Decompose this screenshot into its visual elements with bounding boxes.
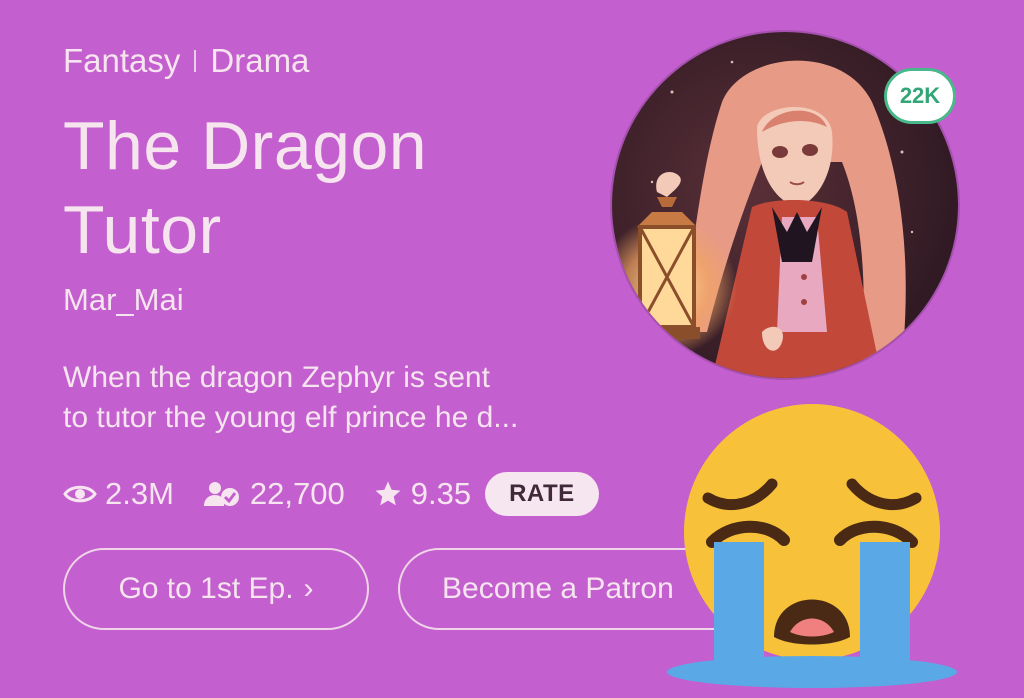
subscribers-count: 22,700 (249, 476, 345, 511)
subscribers-stat: 22,700 (202, 476, 345, 512)
genre-separator (194, 50, 197, 72)
rating-value: 9.35 (410, 476, 472, 511)
subscriber-badge: 22K (884, 68, 956, 124)
series-description[interactable]: When the dragon Zephyr is sent to tutor … (63, 358, 623, 438)
genre-list: Fantasy Drama (63, 42, 309, 80)
loudly-crying-face-emoji (667, 404, 957, 688)
star-icon (375, 481, 401, 506)
description-line-1: When the dragon Zephyr is sent (63, 361, 490, 394)
eye-icon (63, 485, 97, 503)
author-name[interactable]: Mar_Mai (63, 282, 184, 318)
series-title-line-2: Tutor (63, 192, 222, 268)
first-episode-label: Go to 1st Ep. (118, 572, 294, 605)
views-count: 2.3M (105, 476, 174, 511)
rating-stat: 9.35 (373, 476, 471, 512)
rate-button[interactable]: RATE (485, 472, 599, 516)
subscriber-check-icon (203, 482, 239, 506)
go-to-first-episode-button[interactable]: Go to 1st Ep. › (63, 548, 369, 630)
chevron-right-icon: › (303, 572, 314, 605)
series-title: The Dragon Tutor (63, 104, 583, 272)
patron-label: Become a Patron (442, 572, 674, 605)
genre-fantasy[interactable]: Fantasy (63, 42, 180, 80)
views-stat: 2.3M (63, 476, 174, 512)
stats-row: 2.3M 22,700 9.35 RATE (63, 472, 599, 516)
description-line-2: to tutor the young elf prince he d... (63, 401, 519, 434)
series-title-line-1: The Dragon (63, 108, 428, 184)
genre-drama[interactable]: Drama (210, 42, 309, 80)
